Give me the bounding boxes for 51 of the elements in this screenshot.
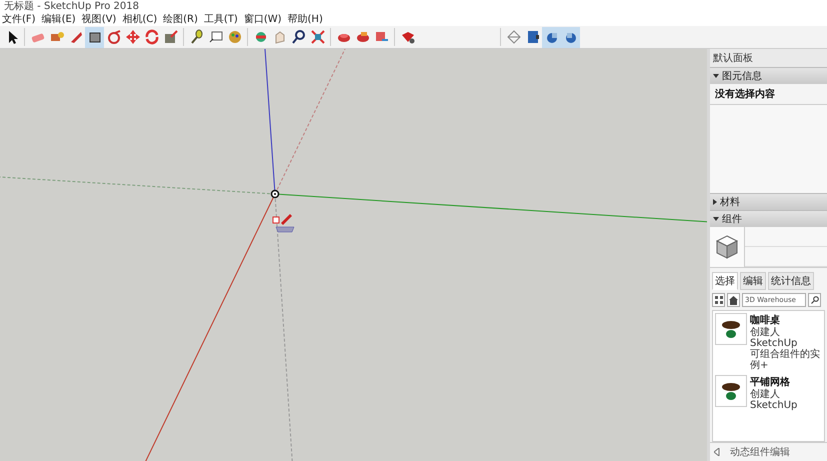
menu-item[interactable]: 绘图(R): [163, 13, 198, 26]
table-drawing: [720, 318, 742, 340]
tool-icon: [144, 29, 160, 45]
tool-icon: [188, 29, 204, 45]
footer-label: 动态组件编辑: [730, 446, 790, 459]
component-author: 创建人 SketchUp: [750, 389, 798, 411]
component-name: 平铺网格: [750, 376, 791, 388]
view-button[interactable]: [542, 26, 561, 48]
component-name: 咖啡桌: [750, 314, 781, 326]
toolbar-button[interactable]: [85, 26, 104, 48]
tool-icon: [400, 29, 416, 45]
panel-tab[interactable]: 统计信息: [768, 272, 814, 290]
menu-item[interactable]: 窗口(W): [244, 13, 282, 26]
panel-title: 默认面板: [710, 49, 827, 67]
tool-icon: [226, 29, 242, 45]
view-icon: [506, 29, 522, 45]
section-header[interactable]: 材料: [710, 193, 827, 210]
menu-item[interactable]: 相机(C): [122, 13, 158, 26]
component-author: 创建人 SketchUp: [750, 327, 798, 349]
table-drawing: [720, 380, 742, 402]
component-item[interactable]: 咖啡桌 创建人 SketchUp 可组合组件的实例+: [713, 311, 824, 373]
tool-icon: [354, 29, 370, 45]
home-button[interactable]: [727, 293, 740, 307]
home-icon: [729, 296, 738, 304]
tool-icon: [124, 29, 140, 45]
panel-tab[interactable]: 编辑: [740, 272, 766, 290]
component-description: 可组合组件的实例+: [750, 349, 821, 371]
menu-item[interactable]: 文件(F): [2, 13, 36, 26]
menu-item[interactable]: 视图(V): [82, 13, 116, 26]
tool-icon: [310, 29, 326, 45]
tool-icon: [208, 29, 224, 45]
menu-item[interactable]: 工具(T): [204, 13, 238, 26]
component-item[interactable]: 平铺网格 创建人 SketchUp: [713, 373, 824, 413]
origin-marker: [270, 190, 280, 198]
tool-icon: [162, 29, 178, 45]
section-header[interactable]: 图元信息: [710, 67, 827, 84]
section-header[interactable]: 组件: [710, 210, 827, 227]
menu-item[interactable]: 帮助(H): [288, 13, 323, 26]
tool-icon: [106, 29, 122, 45]
search-button[interactable]: [808, 293, 821, 307]
window-title: 无标题 - SketchUp Pro 2018: [4, 0, 139, 13]
tool-icon: [290, 29, 306, 45]
arrow-icon: [714, 448, 722, 456]
menu-item[interactable]: 编辑(E): [42, 13, 76, 26]
view-options-button[interactable]: [712, 293, 725, 307]
cube-icon: [715, 234, 739, 260]
grid-icon: [714, 296, 722, 304]
pencil-cursor-icon: [272, 214, 294, 232]
view-button[interactable]: [561, 26, 580, 48]
panel-tab[interactable]: 选择: [712, 272, 738, 290]
search-icon: [810, 296, 818, 304]
